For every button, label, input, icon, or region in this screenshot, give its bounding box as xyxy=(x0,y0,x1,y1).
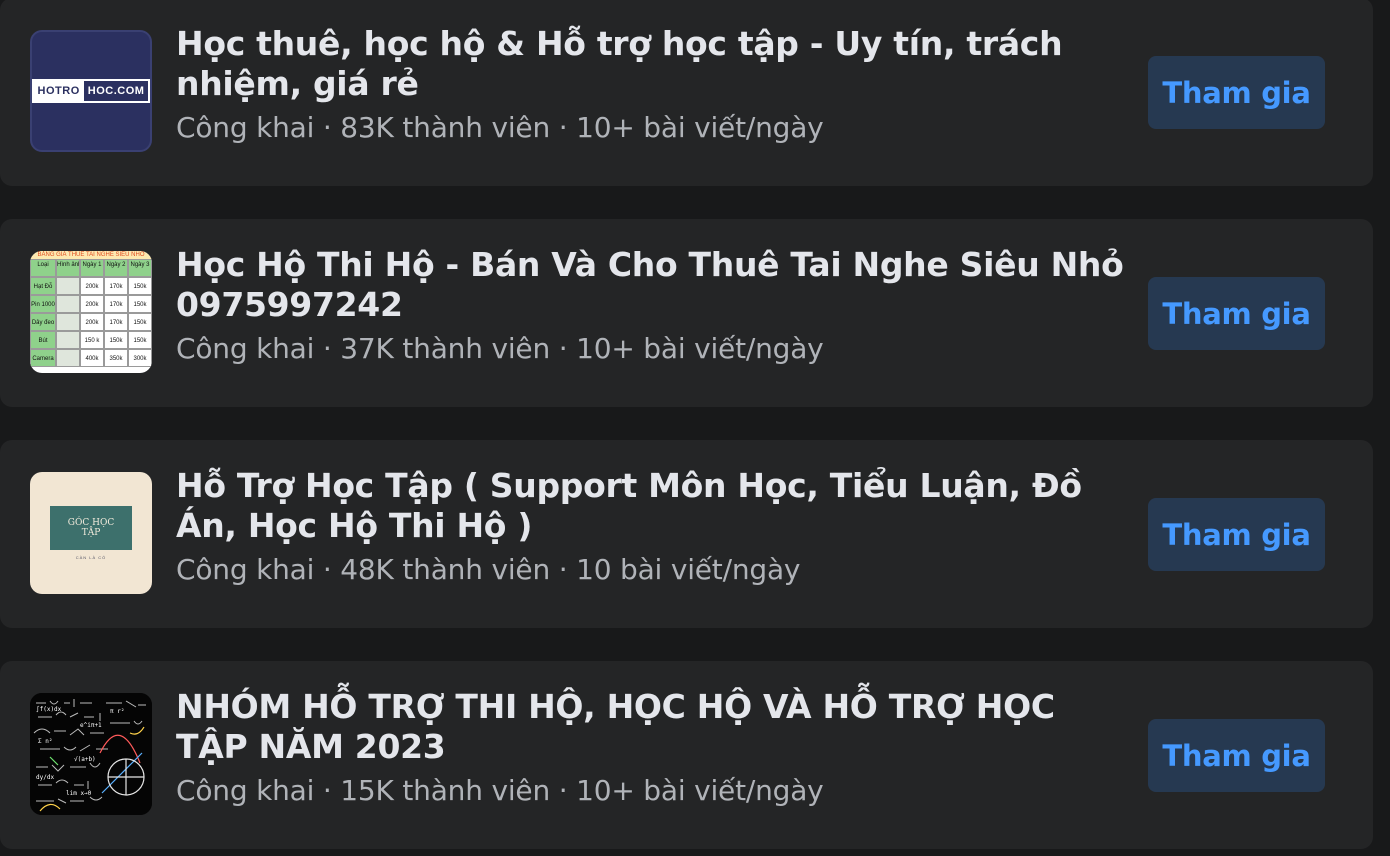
group-title[interactable]: NHÓM HỖ TRỢ THI HỘ, HỌC HỘ VÀ HỖ TRỢ HỌC… xyxy=(176,687,1126,767)
group-card: GÓC HỌC TẬP CÀN LÀ CÓ Hỗ Trợ Học Tập ( S… xyxy=(0,440,1373,628)
group-list: HOTRO HOC.COM Học thuê, học hộ & Hỗ trợ … xyxy=(0,0,1390,856)
group-card: ∫f(x)dx e^iπ+1 Σ n² √(a+b) dy/dx lim x→0… xyxy=(0,661,1373,849)
group-meta: Công khai · 48K thành viên · 10 bài viết… xyxy=(176,553,801,586)
svg-text:lim x→0: lim x→0 xyxy=(66,790,92,797)
group-meta: Công khai · 83K thành viên · 10+ bài viế… xyxy=(176,111,824,144)
group-title[interactable]: Học Hộ Thi Hộ - Bán Và Cho Thuê Tai Nghe… xyxy=(176,245,1126,325)
group-meta: Công khai · 37K thành viên · 10+ bài viế… xyxy=(176,332,824,365)
group-info: Học thuê, học hộ & Hỗ trợ học tập - Uy t… xyxy=(176,24,1126,148)
group-title[interactable]: Học thuê, học hộ & Hỗ trợ học tập - Uy t… xyxy=(176,24,1126,104)
group-meta: Công khai · 15K thành viên · 10+ bài viế… xyxy=(176,774,824,807)
group-thumbnail[interactable]: HOTRO HOC.COM xyxy=(30,30,152,152)
group-thumbnail[interactable]: GÓC HỌC TẬP CÀN LÀ CÓ xyxy=(30,472,152,594)
join-button[interactable]: Tham gia xyxy=(1148,719,1325,792)
svg-text:e^iπ+1: e^iπ+1 xyxy=(80,722,102,729)
join-button[interactable]: Tham gia xyxy=(1148,498,1325,571)
group-info: Học Hộ Thi Hộ - Bán Và Cho Thuê Tai Nghe… xyxy=(176,245,1126,369)
goc-hoc-tap-logo: GÓC HỌC TẬP xyxy=(50,506,132,550)
group-title[interactable]: Hỗ Trợ Học Tập ( Support Môn Học, Tiểu L… xyxy=(176,466,1126,546)
svg-text:√(a+b): √(a+b) xyxy=(74,756,96,763)
svg-text:∫f(x)dx: ∫f(x)dx xyxy=(36,705,62,713)
join-button[interactable]: Tham gia xyxy=(1148,56,1325,129)
group-thumbnail[interactable]: ∫f(x)dx e^iπ+1 Σ n² √(a+b) dy/dx lim x→0… xyxy=(30,693,152,815)
svg-text:dy/dx: dy/dx xyxy=(36,774,54,781)
group-thumbnail[interactable]: BẢNG GIÁ THUÊ TAI NGHE SIÊU NHỎ Loại Hìn… xyxy=(30,251,152,373)
group-info: Hỗ Trợ Học Tập ( Support Môn Học, Tiểu L… xyxy=(176,466,1126,590)
svg-text:Σ n²: Σ n² xyxy=(38,738,52,745)
price-table: Loại Hình ảnh Ngày 1 Ngày 2 Ngày 3 Hạt Đ… xyxy=(30,259,152,367)
price-table-header: BẢNG GIÁ THUÊ TAI NGHE SIÊU NHỎ xyxy=(30,251,152,259)
group-card: HOTRO HOC.COM Học thuê, học hộ & Hỗ trợ … xyxy=(0,0,1373,186)
svg-text:π r²: π r² xyxy=(110,708,124,715)
group-info: NHÓM HỖ TRỢ THI HỘ, HỌC HỘ VÀ HỖ TRỢ HỌC… xyxy=(176,687,1126,811)
group-card: BẢNG GIÁ THUÊ TAI NGHE SIÊU NHỎ Loại Hìn… xyxy=(0,219,1373,407)
join-button[interactable]: Tham gia xyxy=(1148,277,1325,350)
hotrohoc-logo: HOTRO HOC.COM xyxy=(32,79,150,103)
chalkboard-formulas-image: ∫f(x)dx e^iπ+1 Σ n² √(a+b) dy/dx lim x→0… xyxy=(30,693,152,815)
